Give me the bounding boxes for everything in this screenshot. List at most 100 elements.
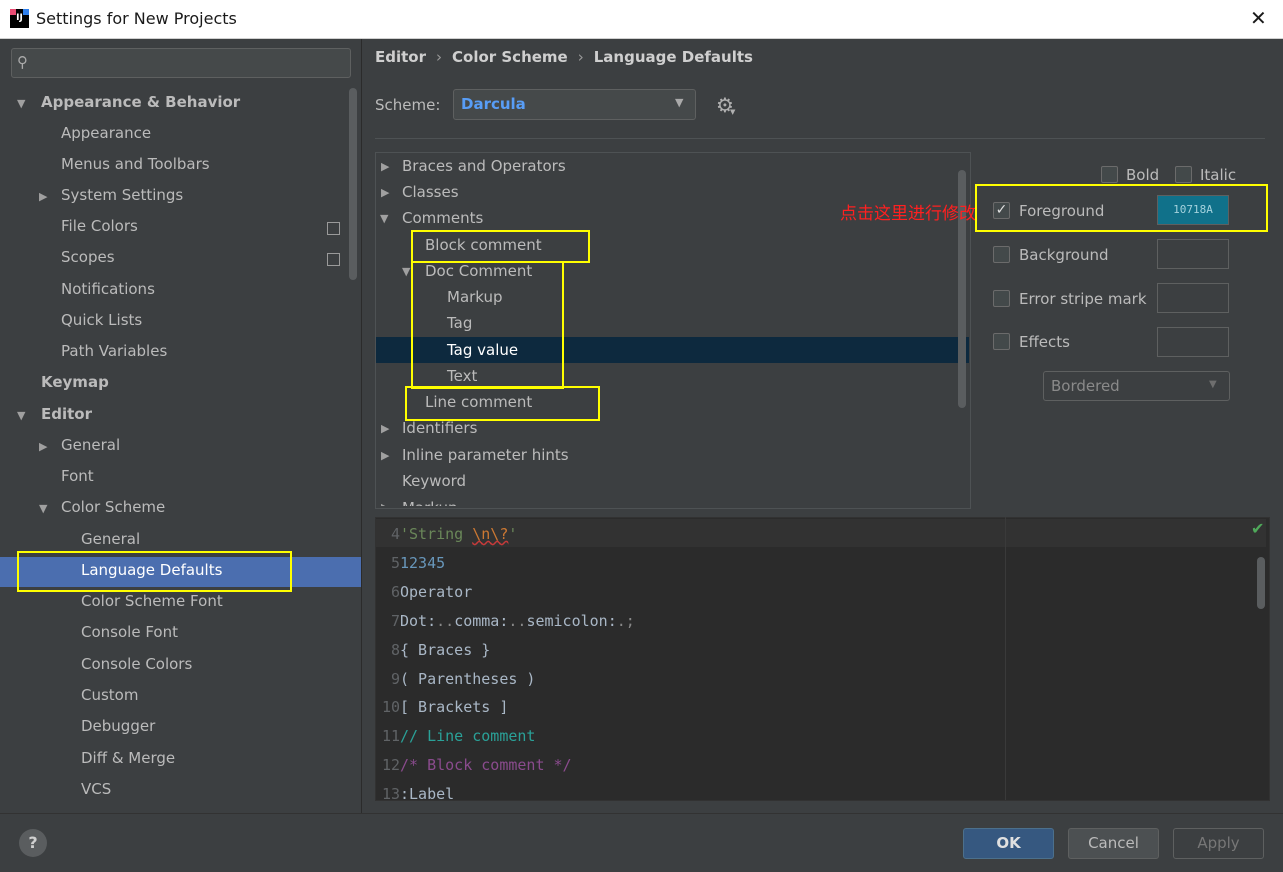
code-token: comma:: [454, 612, 509, 630]
code-token: // Line comment: [400, 727, 536, 745]
project-copy-icon: [327, 222, 340, 235]
tree-item-inline-parameter-hints[interactable]: Inline parameter hints: [402, 442, 569, 468]
line-number: 4: [390, 525, 400, 543]
sidebar-item-quick-lists[interactable]: Quick Lists: [61, 305, 142, 336]
code-token: .;: [616, 612, 635, 630]
chevron-down-icon[interactable]: ▼: [675, 96, 683, 109]
code-token: semicolon:: [526, 612, 617, 630]
cancel-button[interactable]: Cancel: [1068, 828, 1159, 859]
project-copy-icon: [327, 253, 340, 266]
sidebar-item-color-scheme[interactable]: Color Scheme: [61, 492, 165, 523]
chevron-right-icon[interactable]: ▶: [381, 422, 389, 435]
code-token: [ Brackets ]: [400, 698, 509, 716]
breadcrumb-item[interactable]: Editor: [375, 48, 426, 66]
chevron-right-icon[interactable]: ▶: [381, 501, 389, 506]
app-icon: IJ: [10, 9, 29, 28]
code-line: 512345: [378, 549, 445, 577]
sidebar-item-editor[interactable]: Editor: [41, 399, 92, 430]
chevron-down-icon[interactable]: ▼: [402, 265, 410, 278]
sidebar-item-custom[interactable]: Custom: [81, 680, 138, 711]
code-line: 13:Label: [378, 780, 454, 808]
tree-item-keyword[interactable]: Keyword: [402, 468, 466, 494]
chevron-right-icon: ›: [436, 48, 442, 66]
code-token: \n\?: [472, 525, 509, 543]
highlight-box: [411, 261, 564, 389]
code-token: Operator: [400, 583, 473, 601]
sidebar-item-console-font[interactable]: Console Font: [81, 617, 178, 648]
sidebar-scrollbar[interactable]: [349, 88, 357, 280]
search-icon: ⚲: [17, 53, 28, 71]
chevron-right-icon[interactable]: ▶: [39, 190, 47, 203]
code-line: 8{ Braces }: [378, 636, 490, 664]
bold-label: Bold: [1126, 166, 1160, 184]
effects-checkbox[interactable]: [993, 333, 1010, 350]
chevron-down-icon[interactable]: ▼: [17, 97, 25, 110]
sidebar-item-console-colors[interactable]: Console Colors: [81, 649, 192, 680]
sidebar-item-appearance[interactable]: Appearance: [61, 118, 151, 149]
window-title: Settings for New Projects: [36, 9, 237, 28]
sidebar-item-font[interactable]: Font: [61, 461, 94, 492]
sidebar-item-path-variables[interactable]: Path Variables: [61, 336, 167, 367]
line-number: 10: [381, 698, 400, 716]
error-stripe-checkbox[interactable]: [993, 290, 1010, 307]
code-line: 11// Line comment: [378, 722, 536, 750]
sidebar-item-vcs[interactable]: VCS: [81, 774, 111, 805]
sidebar-item-debugger[interactable]: Debugger: [81, 711, 155, 742]
chevron-down-icon: ▼: [730, 108, 736, 116]
help-button[interactable]: ?: [19, 829, 47, 857]
preview-scrollbar[interactable]: [1257, 557, 1265, 609]
chevron-down-icon: ▼: [1209, 379, 1217, 390]
code-token: ( Parentheses ): [400, 670, 536, 688]
chevron-right-icon[interactable]: ▶: [39, 440, 47, 453]
code-line: 10[ Brackets ]: [378, 693, 508, 721]
sidebar-item-diff-merge[interactable]: Diff & Merge: [81, 743, 175, 774]
background-color-swatch[interactable]: [1157, 239, 1229, 269]
highlight-box: [975, 184, 1268, 232]
sidebar-item-file-colors[interactable]: File Colors: [61, 211, 138, 242]
background-label: Background: [1019, 246, 1109, 264]
error-stripe-color-swatch[interactable]: [1157, 283, 1229, 313]
chevron-down-icon[interactable]: ▼: [39, 502, 47, 515]
sidebar-item-system-settings[interactable]: System Settings: [61, 180, 183, 211]
line-number: 5: [390, 554, 400, 572]
highlight-box: [17, 551, 292, 592]
line-number: 12: [381, 756, 400, 774]
scheme-label: Scheme:: [375, 96, 441, 114]
code-line: 7Dot:..comma:..semicolon:.;: [378, 607, 635, 635]
sidebar-item-notifications[interactable]: Notifications: [61, 274, 155, 305]
highlight-box: [405, 386, 600, 421]
apply-button[interactable]: Apply: [1173, 828, 1264, 859]
bold-checkbox[interactable]: [1101, 166, 1118, 183]
code-token: ': [508, 525, 518, 543]
chevron-right-icon[interactable]: ▶: [381, 449, 389, 462]
code-token: { Braces }: [400, 641, 491, 659]
code-token: /* Block comment */: [400, 756, 572, 774]
effects-type-value[interactable]: Bordered: [1051, 377, 1120, 395]
tree-item-braces-operators[interactable]: Braces and Operators: [402, 153, 566, 179]
sidebar-item-keymap[interactable]: Keymap: [41, 367, 109, 398]
sidebar-item-scopes[interactable]: Scopes: [61, 242, 115, 273]
close-icon[interactable]: ✕: [1250, 6, 1267, 30]
sidebar-item-general[interactable]: General: [61, 430, 120, 461]
italic-checkbox[interactable]: [1175, 166, 1192, 183]
sidebar-item-menus-toolbars[interactable]: Menus and Toolbars: [61, 149, 210, 180]
tree-item-markup-group[interactable]: Markup: [402, 495, 458, 506]
ok-button[interactable]: OK: [963, 828, 1054, 859]
breadcrumb-item[interactable]: Color Scheme: [452, 48, 568, 66]
tree-item-classes[interactable]: Classes: [402, 179, 459, 205]
background-checkbox[interactable]: [993, 246, 1010, 263]
code-line: 9( Parentheses ): [378, 665, 536, 693]
sidebar-item-appearance-behavior[interactable]: Appearance & Behavior: [41, 87, 240, 118]
chevron-down-icon[interactable]: ▼: [380, 212, 388, 225]
annotation-text: 点击这里进行修改: [840, 204, 976, 224]
chevron-right-icon[interactable]: ▶: [381, 160, 389, 173]
chevron-down-icon[interactable]: ▼: [17, 409, 25, 422]
line-number: 13: [381, 785, 400, 803]
divider: [375, 138, 1265, 139]
chevron-right-icon[interactable]: ▶: [381, 186, 389, 199]
line-number: 8: [390, 641, 400, 659]
search-input[interactable]: [11, 48, 351, 78]
effects-color-swatch[interactable]: [1157, 327, 1229, 357]
tree-item-comments[interactable]: Comments: [402, 205, 483, 231]
scheme-dropdown-value[interactable]: Darcula: [461, 95, 526, 113]
